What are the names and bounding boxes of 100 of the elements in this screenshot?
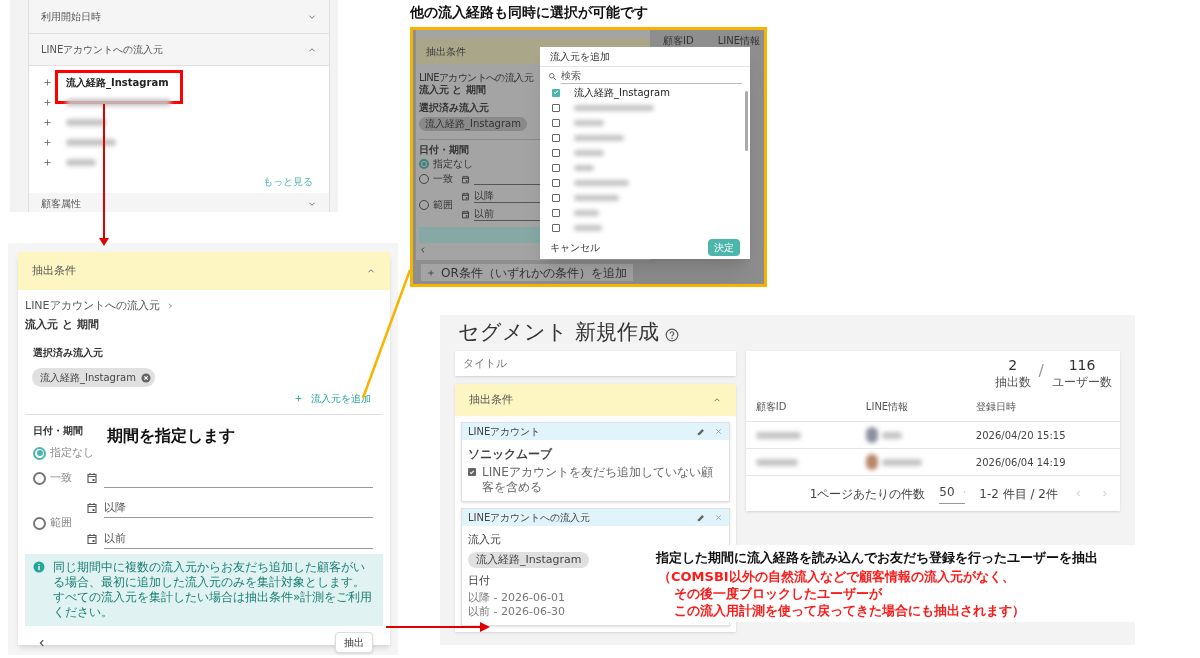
condition-title: LINEアカウント [468,425,542,439]
radio-label: 一致 [433,173,454,185]
accordion-header[interactable]: LINEアカウントへの流入元 [29,34,329,66]
title-field[interactable]: タイトル [455,351,736,376]
radio-label: 範囲 [433,199,454,211]
page-title: セグメント 新規作成 [458,319,659,347]
source-item[interactable]: 流入経路_Instagram [29,72,329,92]
blurred-text [881,431,902,439]
breadcrumb-link[interactable]: LINEアカウントへの流入元 [25,298,160,315]
blurred-text [574,209,599,216]
column-header: LINE情報 [717,34,760,48]
blurred-text [574,149,604,156]
field-label: 流入元 [468,532,501,548]
avatar [865,454,878,470]
count-value: 116 [1068,357,1096,373]
blurred-text [574,119,604,126]
accordion-header[interactable]: 顧客属性 [29,193,329,212]
per-page-select[interactable]: 50 [939,483,966,504]
count-label: 抽出数 [994,374,1031,391]
add-or-condition-button[interactable]: OR条件（いずれかの条件）を追加 [421,264,633,281]
blurred-text [755,458,798,466]
calendar-icon[interactable] [461,209,470,219]
field-label: 日付 [468,573,490,589]
help-icon[interactable] [664,328,679,342]
calendar-icon[interactable] [461,174,470,184]
source-chip: 流入経路_Instagram [468,552,590,568]
plus-icon [43,117,52,127]
radio-button[interactable] [33,446,46,460]
blurred-text [574,224,602,231]
date-field[interactable]: 以降 [104,497,373,518]
annotation-text: 期間を指定します [107,425,235,447]
field-label: 選択済み流入元 [419,102,489,114]
radio-button[interactable] [33,516,46,530]
close-icon[interactable] [713,427,723,436]
source-chip[interactable]: 流入経路_Instagram [32,368,155,387]
accordion-header[interactable]: 抽出条件 [455,384,736,416]
plus-icon [294,394,303,403]
checkbox[interactable] [552,178,560,187]
table-cell-text: 2026/04/20 15:15 [975,428,1067,443]
cancel-button[interactable]: キャンセル [550,239,600,255]
pencil-icon[interactable] [695,426,706,437]
annotation-heading: 他の流入経路も同時に選択が可能です [410,3,648,22]
blurred-text [574,179,629,186]
date-field[interactable]: 以前 [104,528,373,549]
callout-detail: その後一度ブロックしたユーザーが [673,584,882,602]
search-field[interactable]: 検索 [561,68,742,84]
close-icon[interactable] [713,513,723,522]
radio-button[interactable] [419,158,429,169]
pencil-icon[interactable] [695,512,706,523]
checkbox[interactable] [552,118,560,127]
count-label: ユーザー数 [1052,374,1112,391]
radio-button[interactable] [33,471,46,485]
checkbox[interactable] [552,103,560,112]
calendar-icon[interactable] [86,472,98,484]
plus-icon [43,97,52,107]
chevron-left-icon [1073,489,1083,498]
table-cell-text: 2026/06/04 14:19 [975,455,1067,470]
pagination-label: 1ページあたりの件数 [809,485,926,503]
calendar-icon[interactable] [86,532,98,545]
accordion-header[interactable]: 利用開始日時 [29,0,329,34]
source-chip[interactable]: 流入経路_Instagram [419,117,527,131]
checkbox[interactable] [552,88,560,97]
calendar-icon[interactable] [86,501,98,514]
checkbox[interactable] [552,223,560,232]
blurred-text [66,138,116,146]
accordion-header[interactable]: 抽出条件 [18,252,390,290]
checkbox[interactable] [552,148,560,157]
checkbox[interactable] [552,133,560,142]
breadcrumb-link[interactable]: LINEアカウントへの流入元 [419,72,533,84]
blurred-text [574,194,619,201]
blurred-text [574,134,624,141]
plus-icon [427,268,435,277]
separator-text: / [1038,360,1044,382]
date-text: 以降 - 2026-06-01 [468,591,565,605]
checkbox[interactable] [552,163,560,172]
source-option[interactable]: 流入経路_Instagram [540,85,750,100]
checkbox[interactable] [468,468,476,476]
radio-label: 一致 [50,469,73,486]
callout-text: 指定した期間に流入経路を読み込んでお友だち登録を行ったユーザーを抽出 [656,549,1099,567]
checkbox[interactable] [552,193,560,202]
count-value: 2 [1008,357,1018,373]
remove-icon[interactable] [140,372,151,383]
modal-title: 流入元を追加 [540,47,750,67]
condition-title: LINEアカウントへの流入元 [468,511,592,525]
callout-detail: この流入用計測を使って戻ってきた場合にも抽出されます） [673,601,1025,619]
plus-icon [43,157,52,167]
checkbox[interactable] [552,208,560,217]
calendar-icon[interactable] [461,191,470,201]
chevron-left-icon[interactable] [419,246,427,254]
callout-detail: （COMSBI以外の自然流入などで顧客情報の流入元がなく、 [657,567,1015,585]
info-icon [33,561,45,573]
radio-label: 範囲 [50,514,73,531]
pagination-range: 1-2 件目 / 2件 [979,485,1058,503]
column-header: LINE情報 [865,399,910,414]
search-icon [548,71,557,81]
checkbox-label: LINEアカウントを友だち追加していない顧客を含める [482,465,714,495]
blurred-text [66,118,106,126]
extract-button[interactable]: 抽出 [335,632,373,653]
section-subtitle: 流入元 と 期間 [25,316,100,333]
scrollbar[interactable] [745,91,748,151]
